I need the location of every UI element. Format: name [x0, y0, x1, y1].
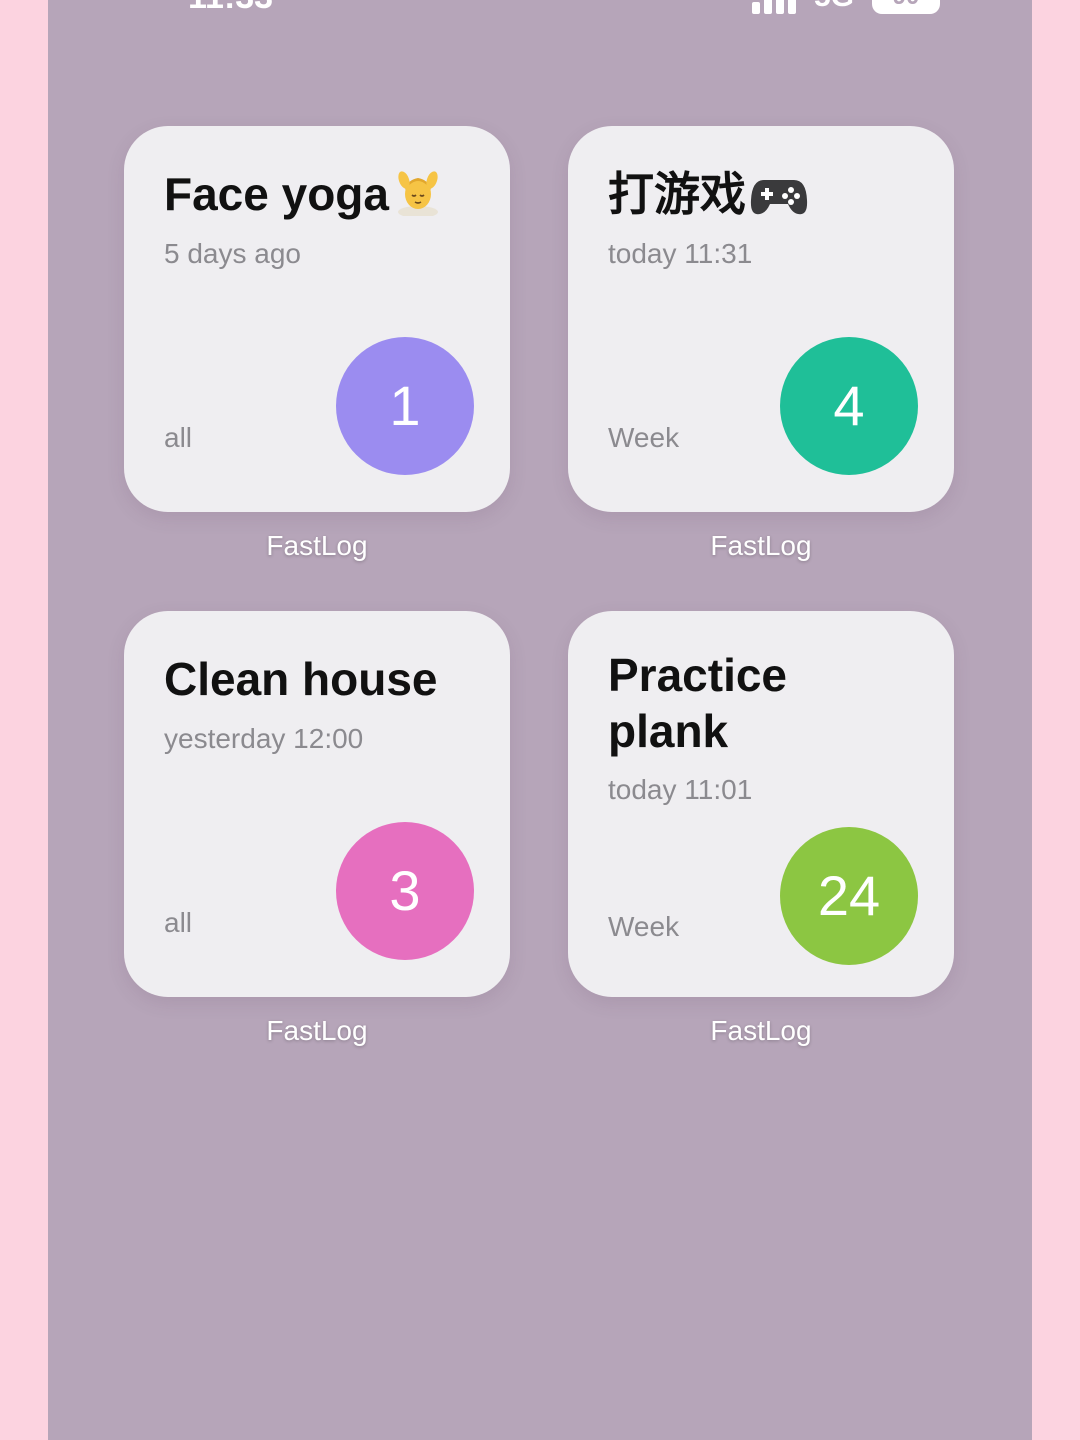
widget-title-text: 打游戏	[608, 168, 746, 220]
home-screen: 11:33 5G 90 Face yoga 5 days ago al	[48, 0, 1032, 1440]
widget-title-text: Clean house	[164, 653, 438, 705]
massage-face-icon	[395, 168, 441, 228]
battery-icon: 90	[872, 0, 940, 14]
period-label: all	[164, 422, 193, 453]
count-badge[interactable]: 1	[336, 337, 474, 475]
last-logged-time: 5 days ago	[164, 238, 301, 269]
widget-title: Clean house	[164, 651, 490, 707]
status-indicators: 5G 90	[751, 0, 940, 14]
count-badge[interactable]: 3	[336, 822, 474, 960]
gamepad-icon	[750, 170, 808, 230]
widget-clean-house[interactable]: Clean house yesterday 12:00 all 3	[124, 611, 510, 997]
widget-app-label: FastLog	[710, 530, 812, 561]
widget-title: Face yoga	[164, 166, 490, 228]
cellular-signal-icon	[751, 0, 796, 14]
last-logged-time: yesterday 12:00	[164, 723, 364, 754]
widget-app-label: FastLog	[266, 1015, 368, 1046]
count-badge[interactable]: 4	[780, 337, 918, 475]
widget-title-text: Practice plank	[608, 649, 788, 757]
status-bar: 11:33 5G 90	[48, 0, 1032, 18]
widget-title: 打游戏	[608, 166, 934, 230]
last-logged-time: today 11:31	[608, 238, 753, 269]
widget-title-text: Face yoga	[164, 168, 389, 220]
widget-practice-plank[interactable]: Practice plank today 11:01 Week 24	[568, 611, 954, 997]
widget-play-games[interactable]: 打游戏 today 11:31 Week 4	[568, 126, 954, 512]
count-badge[interactable]: 24	[780, 827, 918, 965]
period-label: all	[164, 907, 193, 938]
widget-app-label: FastLog	[266, 530, 368, 561]
period-label: Week	[608, 422, 680, 453]
network-type-label: 5G	[814, 0, 854, 14]
status-time: 11:33	[188, 0, 273, 17]
period-label: Week	[608, 911, 680, 942]
widget-title: Practice plank	[608, 647, 894, 759]
widget-face-yoga[interactable]: Face yoga 5 days ago all 1	[124, 126, 510, 512]
widget-app-label: FastLog	[710, 1015, 812, 1046]
last-logged-time: today 11:01	[608, 774, 753, 805]
